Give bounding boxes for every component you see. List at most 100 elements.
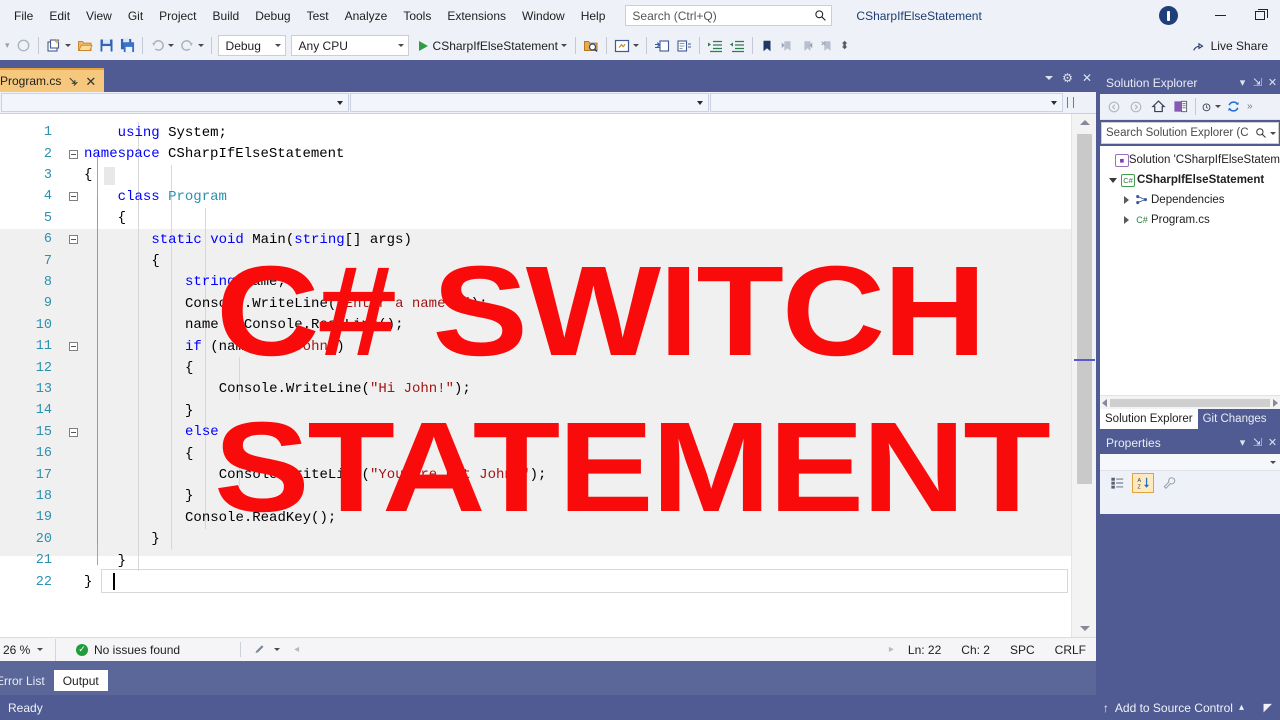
menu-item-edit[interactable]: Edit: [41, 5, 78, 27]
gear-icon[interactable]: ⚙: [1062, 71, 1073, 85]
close-icon[interactable]: ✕: [1082, 71, 1092, 85]
toggle-bookmark-button[interactable]: [757, 34, 777, 58]
menu-item-git[interactable]: Git: [120, 5, 151, 27]
live-share-button[interactable]: Live Share: [1188, 34, 1272, 58]
collapse-arrow-icon[interactable]: [1106, 177, 1119, 183]
chevron-down-icon[interactable]: ▾: [1235, 76, 1250, 89]
split-view-handle[interactable]: [1063, 92, 1077, 113]
scrollbar-thumb[interactable]: [1077, 134, 1092, 484]
properties-object-dropdown[interactable]: [1100, 454, 1280, 471]
code-line[interactable]: 1 using System;: [0, 122, 1071, 143]
menu-item-file[interactable]: File: [6, 5, 41, 27]
minimize-button[interactable]: [1200, 0, 1240, 31]
menu-item-test[interactable]: Test: [299, 5, 337, 27]
code-editor[interactable]: 1 using System; 2 namespace CSharpIfElseSta…: [0, 114, 1096, 637]
pin-icon[interactable]: ⇲: [1250, 76, 1265, 89]
menu-item-analyze[interactable]: Analyze: [337, 5, 396, 27]
tree-item[interactable]: Dependencies: [1100, 190, 1280, 210]
solution-search-input[interactable]: Search Solution Explorer (C: [1101, 122, 1279, 144]
pending-changes-button[interactable]: [1201, 97, 1221, 117]
properties-wrench-button[interactable]: [1158, 473, 1180, 493]
code-line[interactable]: 7{: [0, 250, 1071, 271]
status-notifications-icon[interactable]: ◤: [1264, 701, 1272, 714]
account-badge-icon[interactable]: [1159, 6, 1178, 25]
toolbar-overflow-button[interactable]: ⬍: [837, 34, 852, 58]
refresh-button[interactable]: [1223, 97, 1243, 117]
switch-views-button[interactable]: [1170, 97, 1190, 117]
expand-arrow-icon[interactable]: [1120, 196, 1133, 204]
next-bookmark-button[interactable]: [797, 34, 817, 58]
restore-button[interactable]: [1240, 0, 1280, 31]
fold-toggle[interactable]: [62, 192, 84, 202]
increase-indent-button[interactable]: [704, 34, 726, 58]
line-number-indicator[interactable]: Ln: 22: [898, 643, 951, 657]
document-tab-program-cs[interactable]: Program.cs ⇥ ✕: [0, 68, 105, 92]
issues-indicator[interactable]: No issues found: [56, 643, 180, 657]
search-input[interactable]: Search (Ctrl+Q): [625, 5, 833, 26]
fold-toggle[interactable]: [62, 149, 84, 159]
menu-item-window[interactable]: Window: [514, 5, 573, 27]
navigate-forward-button[interactable]: [13, 34, 34, 58]
menu-item-project[interactable]: Project: [151, 5, 204, 27]
new-project-button[interactable]: [43, 34, 74, 58]
code-line[interactable]: 5{: [0, 208, 1071, 229]
code-line[interactable]: 11 if (name == "John"): [0, 336, 1071, 357]
uncomment-button[interactable]: [673, 34, 695, 58]
home-button[interactable]: [1148, 97, 1168, 117]
tree-item[interactable]: C# CSharpIfElseStatement: [1100, 170, 1280, 190]
indentation-indicator[interactable]: SPC: [1000, 643, 1045, 657]
open-file-button[interactable]: [74, 34, 96, 58]
scroll-left-button[interactable]: [1102, 398, 1107, 407]
save-all-button[interactable]: [117, 34, 138, 58]
fold-toggle[interactable]: [62, 427, 84, 437]
intellisense-mode-button[interactable]: [241, 643, 281, 656]
code-line[interactable]: 12 {: [0, 357, 1071, 378]
column-number-indicator[interactable]: Ch: 2: [951, 643, 1000, 657]
chevron-down-icon[interactable]: [1270, 131, 1276, 135]
code-line[interactable]: 10 name = Console.ReadLine();: [0, 315, 1071, 336]
solution-tree[interactable]: ■ Solution 'CSharpIfElseStatem C# CSharpIfE…: [1100, 146, 1280, 395]
add-to-source-control-button[interactable]: ↑ Add to Source Control ▴: [1103, 701, 1244, 715]
scroll-up-button[interactable]: [1072, 114, 1096, 131]
clear-bookmarks-button[interactable]: [817, 34, 837, 58]
configuration-dropdown[interactable]: Debug: [217, 35, 286, 56]
pin-icon[interactable]: ⇥: [65, 72, 82, 89]
type-scope-dropdown[interactable]: [350, 93, 709, 112]
categorized-view-button[interactable]: [1106, 473, 1128, 493]
bottom-tab-error-list[interactable]: Error List: [0, 670, 54, 691]
code-line[interactable]: 4 class Program: [0, 186, 1071, 207]
editor-vertical-scrollbar[interactable]: [1071, 114, 1096, 637]
undo-button[interactable]: [147, 34, 177, 58]
decrease-indent-button[interactable]: [726, 34, 748, 58]
dock-tab-solution-explorer[interactable]: Solution Explorer: [1100, 409, 1198, 429]
code-line[interactable]: 21}: [0, 550, 1071, 571]
code-line[interactable]: 6 static void Main(string[] args): [0, 229, 1071, 250]
scrollbar-thumb[interactable]: [1110, 398, 1270, 407]
navigate-back-button[interactable]: ▾: [2, 34, 13, 58]
alphabetical-sort-button[interactable]: A Z: [1132, 473, 1154, 493]
code-line[interactable]: 20}: [0, 529, 1071, 550]
code-line[interactable]: 2 namespace CSharpIfElseStatement: [0, 143, 1071, 164]
zoom-dropdown[interactable]: 26 %: [0, 638, 56, 661]
menu-item-build[interactable]: Build: [205, 5, 248, 27]
code-line[interactable]: 9 Console.WriteLine("Enter a name: ");: [0, 293, 1071, 314]
start-debug-button[interactable]: CSharpIfElseStatement: [415, 35, 571, 57]
member-scope-dropdown[interactable]: [710, 93, 1063, 112]
forward-button[interactable]: [1126, 97, 1146, 117]
code-line[interactable]: 16 {: [0, 443, 1071, 464]
prev-bookmark-button[interactable]: [777, 34, 797, 58]
chevron-down-icon[interactable]: [1045, 76, 1054, 80]
code-surface[interactable]: 1 using System; 2 namespace CSharpIfElseSta…: [0, 114, 1071, 637]
menu-item-extensions[interactable]: Extensions: [439, 5, 514, 27]
preview-changes-button[interactable]: [611, 34, 642, 58]
chevron-down-icon[interactable]: ▾: [1235, 436, 1250, 449]
project-scope-dropdown[interactable]: [1, 93, 349, 112]
code-line[interactable]: 14}: [0, 400, 1071, 421]
comment-button[interactable]: [651, 34, 673, 58]
code-line[interactable]: 3{: [0, 165, 1071, 186]
close-icon[interactable]: ✕: [1265, 76, 1280, 89]
pin-icon[interactable]: ⇲: [1250, 436, 1265, 449]
code-line[interactable]: 8 string name;: [0, 272, 1071, 293]
scroll-down-button[interactable]: [1072, 620, 1096, 637]
expand-arrow-icon[interactable]: [1120, 216, 1133, 224]
